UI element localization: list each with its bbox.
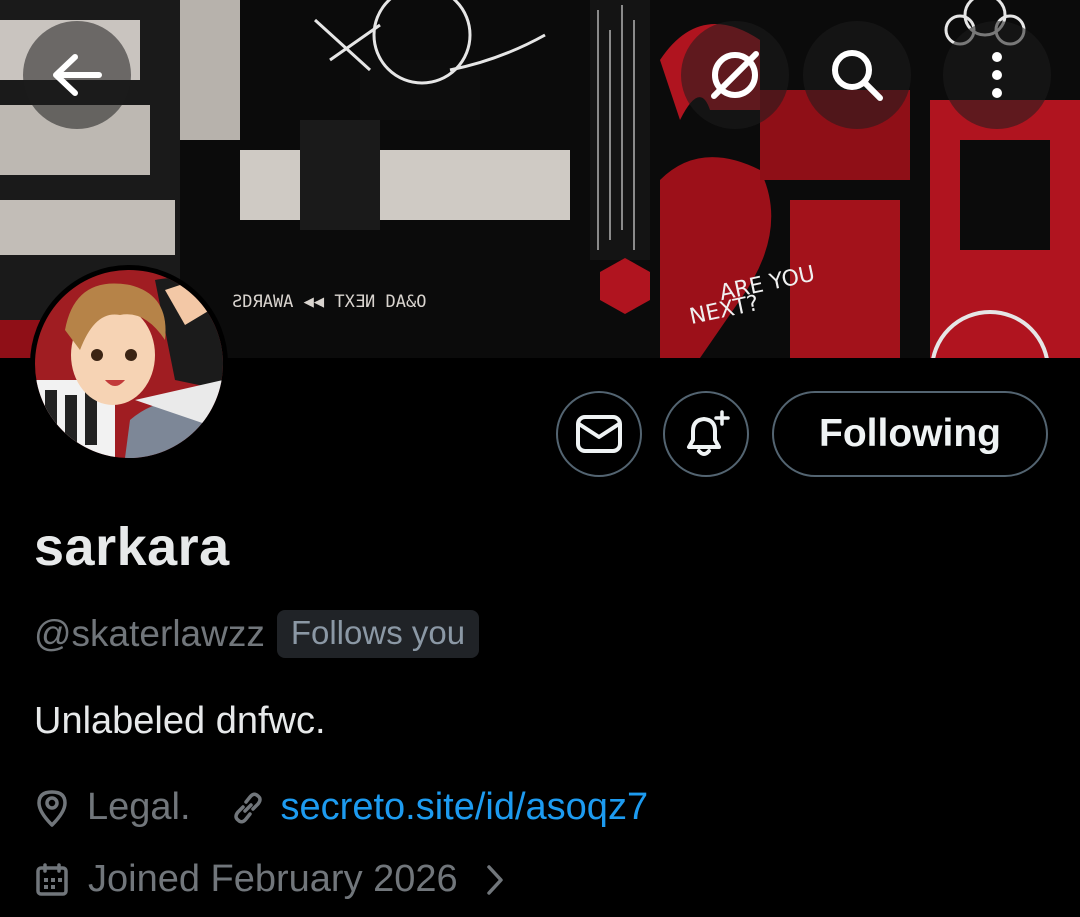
bio: Unlabeled dnfwc. [34,700,326,742]
website-link[interactable]: secreto.site/id/asoqz7 [281,786,649,829]
profile-meta-row: Legal. secreto.site/id/asoqz7 [34,786,648,829]
avatar-image [35,270,223,458]
link-icon [229,789,267,827]
following-button-label: Following [819,412,1001,455]
calendar-icon [34,862,70,898]
search-button[interactable] [803,21,911,129]
banner-award-text: ƧDЯAWA ◀◀ TXƎИ DA&O [232,292,426,312]
follows-you-badge: Follows you [276,610,480,658]
more-options-button[interactable] [943,21,1051,129]
bell-plus-icon [687,410,730,456]
joined-text: Joined February 2026 [88,858,458,900]
location-icon [34,788,70,828]
arrow-left-icon [53,54,102,96]
handle: @skaterlawzz [34,613,265,654]
joined-row[interactable]: Joined February 2026 [34,858,506,901]
grok-icon [711,51,759,99]
following-button[interactable]: Following [772,391,1048,477]
search-icon [832,50,883,101]
chevron-right-icon [484,863,506,897]
handle-row: @skaterlawzz Follows you [34,610,480,658]
envelope-icon [576,415,622,453]
grok-button[interactable] [681,21,789,129]
back-button[interactable] [23,21,131,129]
display-name: sarkara [34,517,230,577]
notify-button[interactable] [663,391,749,477]
location-text: Legal. [87,786,191,828]
more-vertical-icon [992,52,1002,98]
message-button[interactable] [556,391,642,477]
avatar[interactable] [30,265,228,463]
